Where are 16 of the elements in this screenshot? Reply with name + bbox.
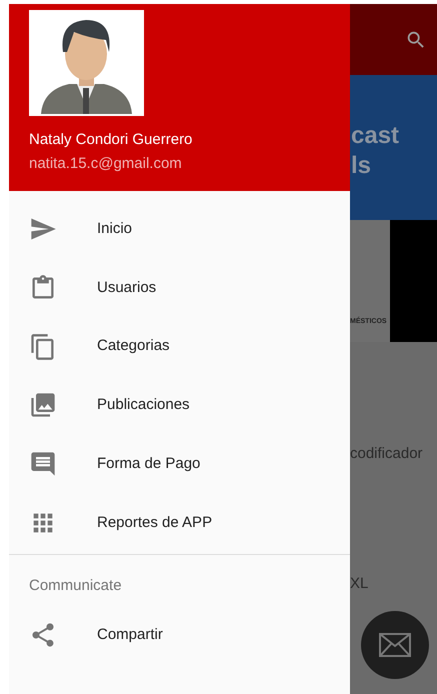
menu-item[interactable]: Usuarios bbox=[9, 258, 350, 318]
banner-text: cast bbox=[351, 121, 400, 151]
user-email: natita.15.c@gmail.com bbox=[29, 154, 183, 174]
photo-library-icon bbox=[29, 391, 57, 420]
list-text: XL bbox=[350, 574, 370, 594]
menu-item[interactable]: Reportes de APP bbox=[9, 493, 350, 552]
banner-text: ls bbox=[351, 151, 372, 181]
envelope-icon bbox=[379, 633, 411, 657]
menu-item[interactable]: Publicaciones bbox=[9, 376, 350, 435]
section-title: Communicate bbox=[28, 576, 123, 596]
menu-item[interactable]: Categorias bbox=[9, 317, 350, 376]
menu-item[interactable]: Compartir bbox=[9, 606, 350, 665]
user-name: Nataly Condori Guerrero bbox=[29, 130, 194, 150]
menu-item[interactable]: Forma de Pago bbox=[9, 434, 350, 494]
menu-item[interactable]: Inicio bbox=[9, 200, 350, 259]
list-text: codificador bbox=[350, 444, 424, 464]
